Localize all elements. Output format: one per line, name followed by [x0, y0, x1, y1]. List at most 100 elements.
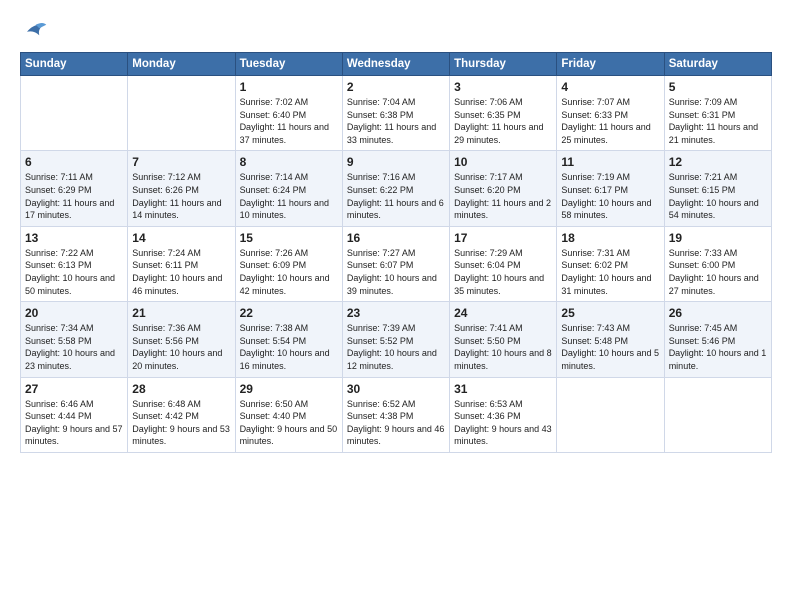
cell-content: Sunrise: 7:45 AM Sunset: 5:46 PM Dayligh…	[669, 322, 767, 372]
calendar-cell	[664, 377, 771, 452]
header	[20, 16, 772, 44]
day-number: 27	[25, 382, 123, 396]
cell-content: Sunrise: 6:53 AM Sunset: 4:36 PM Dayligh…	[454, 398, 552, 448]
calendar-cell: 2 Sunrise: 7:04 AM Sunset: 6:38 PM Daylig…	[342, 76, 449, 151]
cell-content: Sunrise: 6:46 AM Sunset: 4:44 PM Dayligh…	[25, 398, 123, 448]
cell-content: Sunrise: 7:29 AM Sunset: 6:04 PM Dayligh…	[454, 247, 552, 297]
day-number: 21	[132, 306, 230, 320]
cell-content: Sunrise: 6:50 AM Sunset: 4:40 PM Dayligh…	[240, 398, 338, 448]
calendar-cell: 28 Sunrise: 6:48 AM Sunset: 4:42 PM Dayli…	[128, 377, 235, 452]
calendar-cell: 3 Sunrise: 7:06 AM Sunset: 6:35 PM Daylig…	[450, 76, 557, 151]
cell-content: Sunrise: 7:33 AM Sunset: 6:00 PM Dayligh…	[669, 247, 767, 297]
day-number: 1	[240, 80, 338, 94]
calendar-cell: 8 Sunrise: 7:14 AM Sunset: 6:24 PM Daylig…	[235, 151, 342, 226]
cell-content: Sunrise: 6:48 AM Sunset: 4:42 PM Dayligh…	[132, 398, 230, 448]
week-row-3: 13 Sunrise: 7:22 AM Sunset: 6:13 PM Dayli…	[21, 226, 772, 301]
day-number: 14	[132, 231, 230, 245]
cell-content: Sunrise: 6:52 AM Sunset: 4:38 PM Dayligh…	[347, 398, 445, 448]
day-number: 25	[561, 306, 659, 320]
cell-content: Sunrise: 7:16 AM Sunset: 6:22 PM Dayligh…	[347, 171, 445, 221]
cell-content: Sunrise: 7:36 AM Sunset: 5:56 PM Dayligh…	[132, 322, 230, 372]
cell-content: Sunrise: 7:07 AM Sunset: 6:33 PM Dayligh…	[561, 96, 659, 146]
day-header-monday: Monday	[128, 53, 235, 76]
day-header-sunday: Sunday	[21, 53, 128, 76]
day-number: 6	[25, 155, 123, 169]
cell-content: Sunrise: 7:02 AM Sunset: 6:40 PM Dayligh…	[240, 96, 338, 146]
cell-content: Sunrise: 7:24 AM Sunset: 6:11 PM Dayligh…	[132, 247, 230, 297]
cell-content: Sunrise: 7:43 AM Sunset: 5:48 PM Dayligh…	[561, 322, 659, 372]
logo-icon	[20, 16, 48, 44]
day-number: 18	[561, 231, 659, 245]
day-number: 8	[240, 155, 338, 169]
cell-content: Sunrise: 7:12 AM Sunset: 6:26 PM Dayligh…	[132, 171, 230, 221]
cell-content: Sunrise: 7:26 AM Sunset: 6:09 PM Dayligh…	[240, 247, 338, 297]
day-number: 11	[561, 155, 659, 169]
cell-content: Sunrise: 7:14 AM Sunset: 6:24 PM Dayligh…	[240, 171, 338, 221]
cell-content: Sunrise: 7:31 AM Sunset: 6:02 PM Dayligh…	[561, 247, 659, 297]
calendar-cell: 11Sunrise: 7:19 AM Sunset: 6:17 PM Dayli…	[557, 151, 664, 226]
week-row-2: 6 Sunrise: 7:11 AM Sunset: 6:29 PM Daylig…	[21, 151, 772, 226]
calendar-cell	[557, 377, 664, 452]
day-number: 15	[240, 231, 338, 245]
page: SundayMondayTuesdayWednesdayThursdayFrid…	[0, 0, 792, 612]
cell-content: Sunrise: 7:06 AM Sunset: 6:35 PM Dayligh…	[454, 96, 552, 146]
header-row: SundayMondayTuesdayWednesdayThursdayFrid…	[21, 53, 772, 76]
cell-content: Sunrise: 7:27 AM Sunset: 6:07 PM Dayligh…	[347, 247, 445, 297]
calendar-cell: 29 Sunrise: 6:50 AM Sunset: 4:40 PM Dayli…	[235, 377, 342, 452]
calendar-cell: 7 Sunrise: 7:12 AM Sunset: 6:26 PM Daylig…	[128, 151, 235, 226]
calendar-cell: 23 Sunrise: 7:39 AM Sunset: 5:52 PM Dayli…	[342, 302, 449, 377]
calendar-cell: 13 Sunrise: 7:22 AM Sunset: 6:13 PM Dayli…	[21, 226, 128, 301]
calendar-cell: 9 Sunrise: 7:16 AM Sunset: 6:22 PM Daylig…	[342, 151, 449, 226]
cell-content: Sunrise: 7:41 AM Sunset: 5:50 PM Dayligh…	[454, 322, 552, 372]
calendar-cell: 12 Sunrise: 7:21 AM Sunset: 6:15 PM Dayli…	[664, 151, 771, 226]
cell-content: Sunrise: 7:39 AM Sunset: 5:52 PM Dayligh…	[347, 322, 445, 372]
calendar-cell: 20Sunrise: 7:34 AM Sunset: 5:58 PM Dayli…	[21, 302, 128, 377]
day-header-saturday: Saturday	[664, 53, 771, 76]
cell-content: Sunrise: 7:17 AM Sunset: 6:20 PM Dayligh…	[454, 171, 552, 221]
calendar-cell: 16 Sunrise: 7:27 AM Sunset: 6:07 PM Dayli…	[342, 226, 449, 301]
calendar-cell: 4 Sunrise: 7:07 AM Sunset: 6:33 PM Daylig…	[557, 76, 664, 151]
calendar-cell: 17 Sunrise: 7:29 AM Sunset: 6:04 PM Dayli…	[450, 226, 557, 301]
calendar-cell: 21 Sunrise: 7:36 AM Sunset: 5:56 PM Dayli…	[128, 302, 235, 377]
cell-content: Sunrise: 7:04 AM Sunset: 6:38 PM Dayligh…	[347, 96, 445, 146]
day-number: 31	[454, 382, 552, 396]
calendar-cell: 26 Sunrise: 7:45 AM Sunset: 5:46 PM Dayli…	[664, 302, 771, 377]
day-number: 2	[347, 80, 445, 94]
day-number: 17	[454, 231, 552, 245]
day-number: 28	[132, 382, 230, 396]
week-row-4: 20Sunrise: 7:34 AM Sunset: 5:58 PM Dayli…	[21, 302, 772, 377]
day-number: 24	[454, 306, 552, 320]
calendar-cell: 15 Sunrise: 7:26 AM Sunset: 6:09 PM Dayli…	[235, 226, 342, 301]
week-row-5: 27 Sunrise: 6:46 AM Sunset: 4:44 PM Dayli…	[21, 377, 772, 452]
day-number: 29	[240, 382, 338, 396]
calendar-cell: 19Sunrise: 7:33 AM Sunset: 6:00 PM Dayli…	[664, 226, 771, 301]
calendar-cell: 14 Sunrise: 7:24 AM Sunset: 6:11 PM Dayli…	[128, 226, 235, 301]
day-number: 4	[561, 80, 659, 94]
day-header-thursday: Thursday	[450, 53, 557, 76]
cell-content: Sunrise: 7:34 AM Sunset: 5:58 PM Dayligh…	[25, 322, 123, 372]
day-number: 12	[669, 155, 767, 169]
cell-content: Sunrise: 7:21 AM Sunset: 6:15 PM Dayligh…	[669, 171, 767, 221]
day-number: 16	[347, 231, 445, 245]
day-number: 13	[25, 231, 123, 245]
week-row-1: 1 Sunrise: 7:02 AM Sunset: 6:40 PM Daylig…	[21, 76, 772, 151]
day-number: 5	[669, 80, 767, 94]
cell-content: Sunrise: 7:22 AM Sunset: 6:13 PM Dayligh…	[25, 247, 123, 297]
calendar-cell: 30 Sunrise: 6:52 AM Sunset: 4:38 PM Dayli…	[342, 377, 449, 452]
calendar-cell: 25 Sunrise: 7:43 AM Sunset: 5:48 PM Dayli…	[557, 302, 664, 377]
day-number: 9	[347, 155, 445, 169]
calendar-cell: 18 Sunrise: 7:31 AM Sunset: 6:02 PM Dayli…	[557, 226, 664, 301]
day-number: 7	[132, 155, 230, 169]
calendar-cell: 1 Sunrise: 7:02 AM Sunset: 6:40 PM Daylig…	[235, 76, 342, 151]
calendar-cell: 5 Sunrise: 7:09 AM Sunset: 6:31 PM Daylig…	[664, 76, 771, 151]
day-number: 10	[454, 155, 552, 169]
day-number: 23	[347, 306, 445, 320]
day-number: 3	[454, 80, 552, 94]
day-header-friday: Friday	[557, 53, 664, 76]
cell-content: Sunrise: 7:11 AM Sunset: 6:29 PM Dayligh…	[25, 171, 123, 221]
cell-content: Sunrise: 7:38 AM Sunset: 5:54 PM Dayligh…	[240, 322, 338, 372]
day-number: 30	[347, 382, 445, 396]
calendar-cell	[21, 76, 128, 151]
day-number: 26	[669, 306, 767, 320]
cell-content: Sunrise: 7:09 AM Sunset: 6:31 PM Dayligh…	[669, 96, 767, 146]
